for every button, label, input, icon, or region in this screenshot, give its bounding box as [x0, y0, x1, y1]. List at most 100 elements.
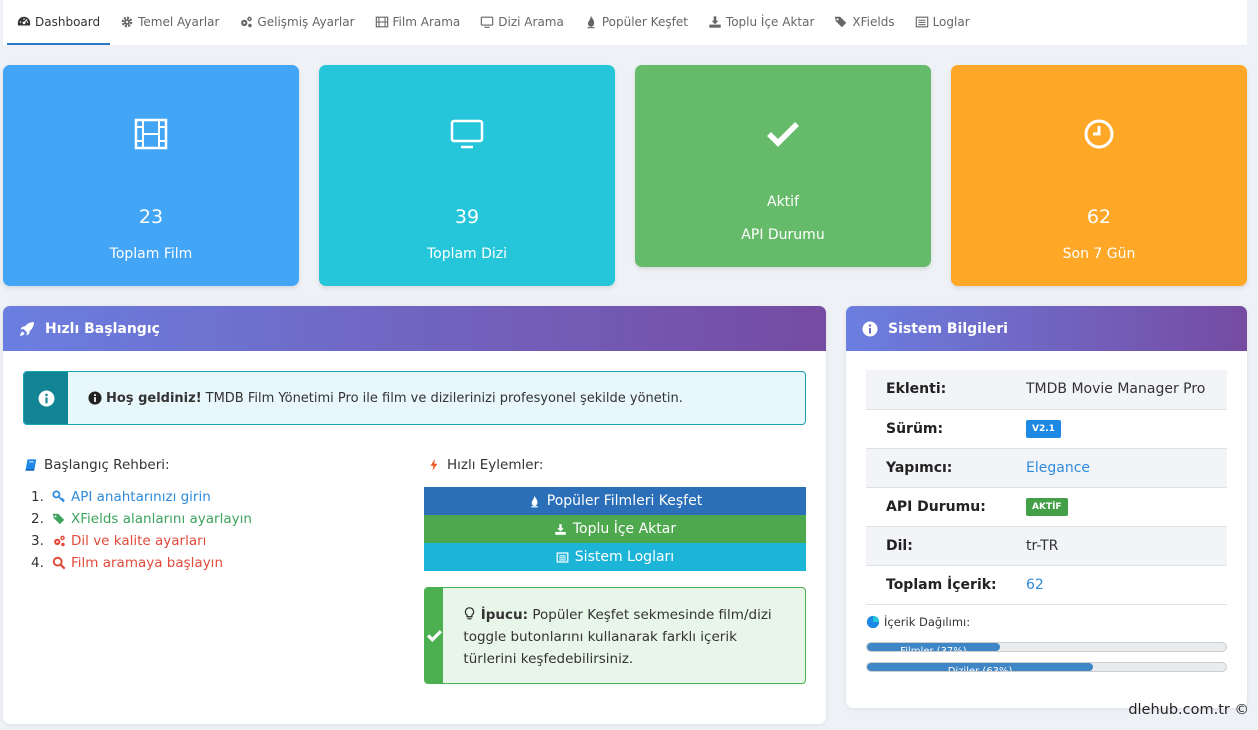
- list-icon: [915, 16, 928, 27]
- tab-label: Temel Ayarlar: [138, 14, 220, 29]
- rocket-icon: [20, 321, 34, 336]
- tab-label: Loglar: [932, 14, 970, 29]
- tab-loglar[interactable]: Loglar: [905, 0, 980, 45]
- book-icon: [25, 459, 37, 471]
- info-key: Toplam İçerik:: [866, 565, 1026, 605]
- stat-label: Toplam Dizi: [426, 246, 508, 262]
- tab-label: XFields: [852, 14, 895, 29]
- alert-side: [24, 372, 68, 424]
- guide-list: 1. API anahtarınızı girin 2. XFields ala…: [31, 486, 252, 574]
- button-label: Toplu İçe Aktar: [572, 521, 677, 537]
- tab-dizi-arama[interactable]: Dizi Arama: [470, 0, 574, 45]
- download-icon: [709, 15, 721, 28]
- total-content-value: 62: [1026, 576, 1044, 593]
- stat-card-series: 39 Toplam Dizi: [319, 65, 615, 286]
- gears-icon: [241, 16, 253, 27]
- info-value-cell: V2.1: [1026, 409, 1227, 449]
- panel-header: Sistem Bilgileri: [846, 306, 1247, 351]
- panel-header: Hızlı Başlangıç: [3, 306, 826, 351]
- table-row: Sürüm: V2.1: [866, 409, 1227, 449]
- gears-icon: [54, 535, 65, 547]
- gear-icon: [121, 16, 133, 27]
- tab-xfields[interactable]: XFields: [824, 0, 904, 45]
- key-icon: [52, 490, 65, 503]
- check-icon: [426, 630, 442, 643]
- info-key: API Durumu:: [866, 487, 1026, 527]
- stat-value: Aktif: [767, 194, 799, 210]
- stat-value: 39: [454, 206, 480, 228]
- author-link[interactable]: Elegance: [1026, 460, 1090, 476]
- stat-label: Son 7 Gün: [1062, 246, 1136, 262]
- series-progress-bar: Diziler (63%): [866, 662, 1227, 672]
- list-num: 2.: [31, 511, 44, 527]
- bolt-icon: [430, 458, 438, 472]
- list-item[interactable]: 4. Film aramaya başlayın: [31, 552, 252, 574]
- list-item[interactable]: 2. XFields alanlarını ayarlayın: [31, 508, 252, 530]
- system-info-panel: Sistem Bilgileri Eklenti: TMDB Movie Man…: [846, 306, 1247, 708]
- pie-chart-icon: [866, 615, 880, 629]
- monitor-icon: [450, 119, 484, 149]
- alert-text: Hoş geldiniz! TMDB Film Yönetimi Pro ile…: [68, 372, 683, 424]
- info-icon: [88, 391, 102, 405]
- panel-title: Sistem Bilgileri: [888, 320, 1008, 337]
- tab-label: Film Arama: [392, 14, 461, 29]
- info-value-cell: Elegance: [1026, 448, 1227, 488]
- guide-link: API anahtarınızı girin: [71, 489, 211, 505]
- stat-card-films: 23 Toplam Film: [3, 65, 299, 286]
- tab-populer-kesfet[interactable]: Popüler Keşfet: [574, 0, 698, 45]
- tab-temel-ayarlar[interactable]: Temel Ayarlar: [110, 0, 229, 45]
- info-icon: [38, 390, 54, 406]
- search-icon: [52, 556, 66, 570]
- distribution-title: İçerik Dağılımı:: [866, 615, 970, 629]
- tab-label: Gelişmiş Ayarlar: [257, 14, 355, 29]
- tip-side: [425, 588, 444, 683]
- tab-dashboard[interactable]: Dashboard: [7, 0, 111, 45]
- info-key: Eklenti:: [866, 370, 1026, 410]
- actions-title: Hızlı Eylemler:: [427, 457, 543, 473]
- tab-toplu-ice-aktar[interactable]: Toplu İçe Aktar: [698, 0, 825, 45]
- table-row: Yapımcı: Elegance: [866, 448, 1227, 488]
- stat-card-last-7-days: 62 Son 7 Gün: [951, 65, 1247, 286]
- tab-label: Dashboard: [35, 14, 101, 29]
- stat-value: 23: [138, 206, 164, 228]
- alert-message: TMDB Film Yönetimi Pro ile film ve dizil…: [205, 390, 683, 406]
- tab-label: Dizi Arama: [498, 14, 564, 29]
- tip-bold: İpucu:: [480, 607, 529, 623]
- discover-popular-button[interactable]: Popüler Filmleri Keşfet: [424, 487, 806, 515]
- list-num: 1.: [31, 489, 44, 505]
- stat-value: 62: [1086, 206, 1112, 228]
- tab-gelismis-ayarlar[interactable]: Gelişmiş Ayarlar: [229, 0, 364, 45]
- system-logs-button[interactable]: Sistem Logları: [424, 543, 806, 571]
- button-label: Sistem Logları: [574, 549, 675, 565]
- film-icon: [134, 118, 168, 150]
- bulk-import-button[interactable]: Toplu İçe Aktar: [424, 515, 806, 543]
- alert-bold: Hoş geldiniz!: [106, 390, 202, 406]
- tab-label: Popüler Keşfet: [601, 14, 688, 29]
- stat-card-api-status: Aktif API Durumu: [635, 65, 931, 267]
- watermark: dlehub.com.tr ©: [1128, 702, 1249, 718]
- quickstart-panel: Hızlı Başlangıç Hoş geldiniz! TMDB Film …: [3, 306, 826, 724]
- distribution-title-text: İçerik Dağılımı:: [884, 615, 971, 629]
- status-badge: AKTİF: [1026, 498, 1068, 516]
- monitor-icon: [481, 16, 494, 28]
- progress-label: Diziler (63%): [947, 666, 1013, 672]
- info-key: Yapımcı:: [866, 448, 1026, 488]
- films-progress-bar: Filmler (37%): [866, 642, 1227, 652]
- info-value-cell: 62: [1026, 565, 1227, 605]
- stat-label: API Durumu: [741, 227, 825, 243]
- list-item[interactable]: 1. API anahtarınızı girin: [31, 486, 252, 508]
- guide-title-text: Başlangıç Rehberi:: [44, 457, 170, 473]
- tip-box: İpucu: Popüler Keşfet sekmesinde film/di…: [424, 587, 806, 684]
- panel-title: Hızlı Başlangıç: [45, 320, 160, 337]
- dashboard-icon: [17, 16, 31, 25]
- tip-text: İpucu: Popüler Keşfet sekmesinde film/di…: [443, 588, 805, 683]
- tab-film-arama[interactable]: Film Arama: [365, 0, 471, 45]
- list-item[interactable]: 3. Dil ve kalite ayarları: [31, 530, 252, 552]
- actions-title-text: Hızlı Eylemler:: [447, 457, 544, 473]
- list-icon: [556, 551, 569, 563]
- tab-label: Toplu İçe Aktar: [725, 14, 815, 29]
- tags-icon: [52, 513, 65, 525]
- info-value: TMDB Movie Manager Pro: [1026, 370, 1227, 410]
- stat-label: Toplam Film: [109, 246, 193, 262]
- info-key: Dil:: [866, 526, 1026, 566]
